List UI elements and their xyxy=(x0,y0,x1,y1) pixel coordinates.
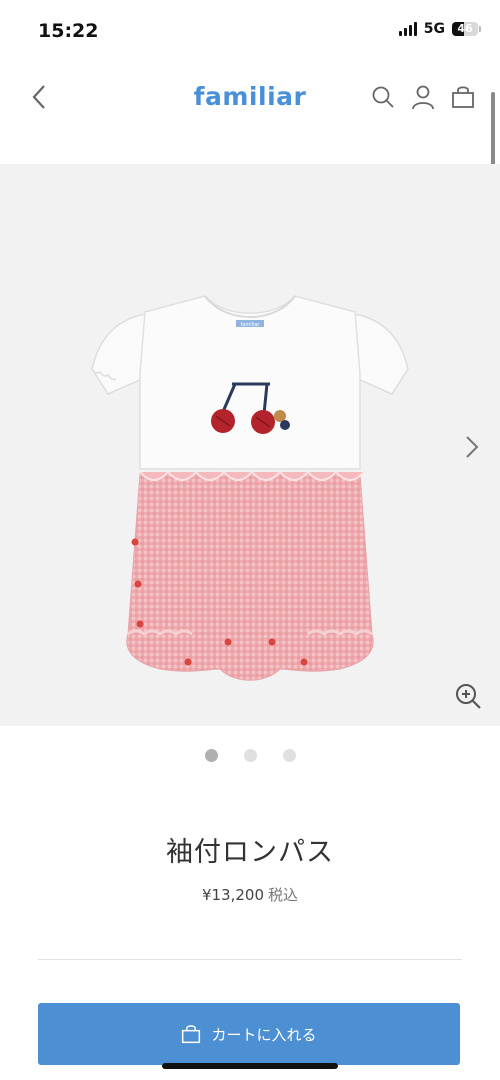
status-time: 15:22 xyxy=(38,20,99,42)
product-gallery[interactable]: familiar xyxy=(0,164,500,726)
image-label: familiar xyxy=(241,322,261,328)
header-actions xyxy=(370,84,476,110)
pagination-dot-2[interactable] xyxy=(243,749,257,762)
account-icon xyxy=(412,85,434,110)
search-icon xyxy=(372,86,394,108)
battery-level: 46 xyxy=(457,22,473,35)
bag-icon xyxy=(182,1025,201,1044)
product-price: ¥13,200 xyxy=(201,886,264,904)
zoom-button[interactable] xyxy=(452,680,484,712)
add-to-cart-button[interactable]: カートに入れる xyxy=(38,1003,460,1065)
signal-icon xyxy=(398,22,417,36)
product-title: 袖付ロンパス xyxy=(166,837,334,868)
gallery-next-button[interactable] xyxy=(460,432,484,462)
tax-label: 税込 xyxy=(268,886,299,904)
status-bar: 15:22 5G 46 xyxy=(0,0,500,60)
network-label: 5G xyxy=(423,21,445,37)
status-indicators: 5G 46 xyxy=(398,21,481,37)
pagination-dot-3[interactable] xyxy=(282,749,296,762)
site-header: familiar xyxy=(0,62,500,134)
battery-icon: 46 xyxy=(452,22,481,36)
gallery-pagination xyxy=(0,749,500,762)
cart-button[interactable] xyxy=(450,84,476,110)
bag-icon xyxy=(452,86,474,108)
search-button[interactable] xyxy=(370,84,396,110)
divider xyxy=(38,959,462,960)
price-row: ¥13,200 税込 xyxy=(0,884,500,905)
add-to-cart-label: カートに入れる xyxy=(211,1025,317,1044)
zoom-in-icon xyxy=(456,684,481,709)
pagination-dot-1[interactable] xyxy=(204,749,218,762)
chevron-right-icon xyxy=(466,436,479,458)
account-button[interactable] xyxy=(410,84,436,110)
home-indicator[interactable] xyxy=(162,1063,338,1069)
product-image: familiar xyxy=(91,295,409,681)
